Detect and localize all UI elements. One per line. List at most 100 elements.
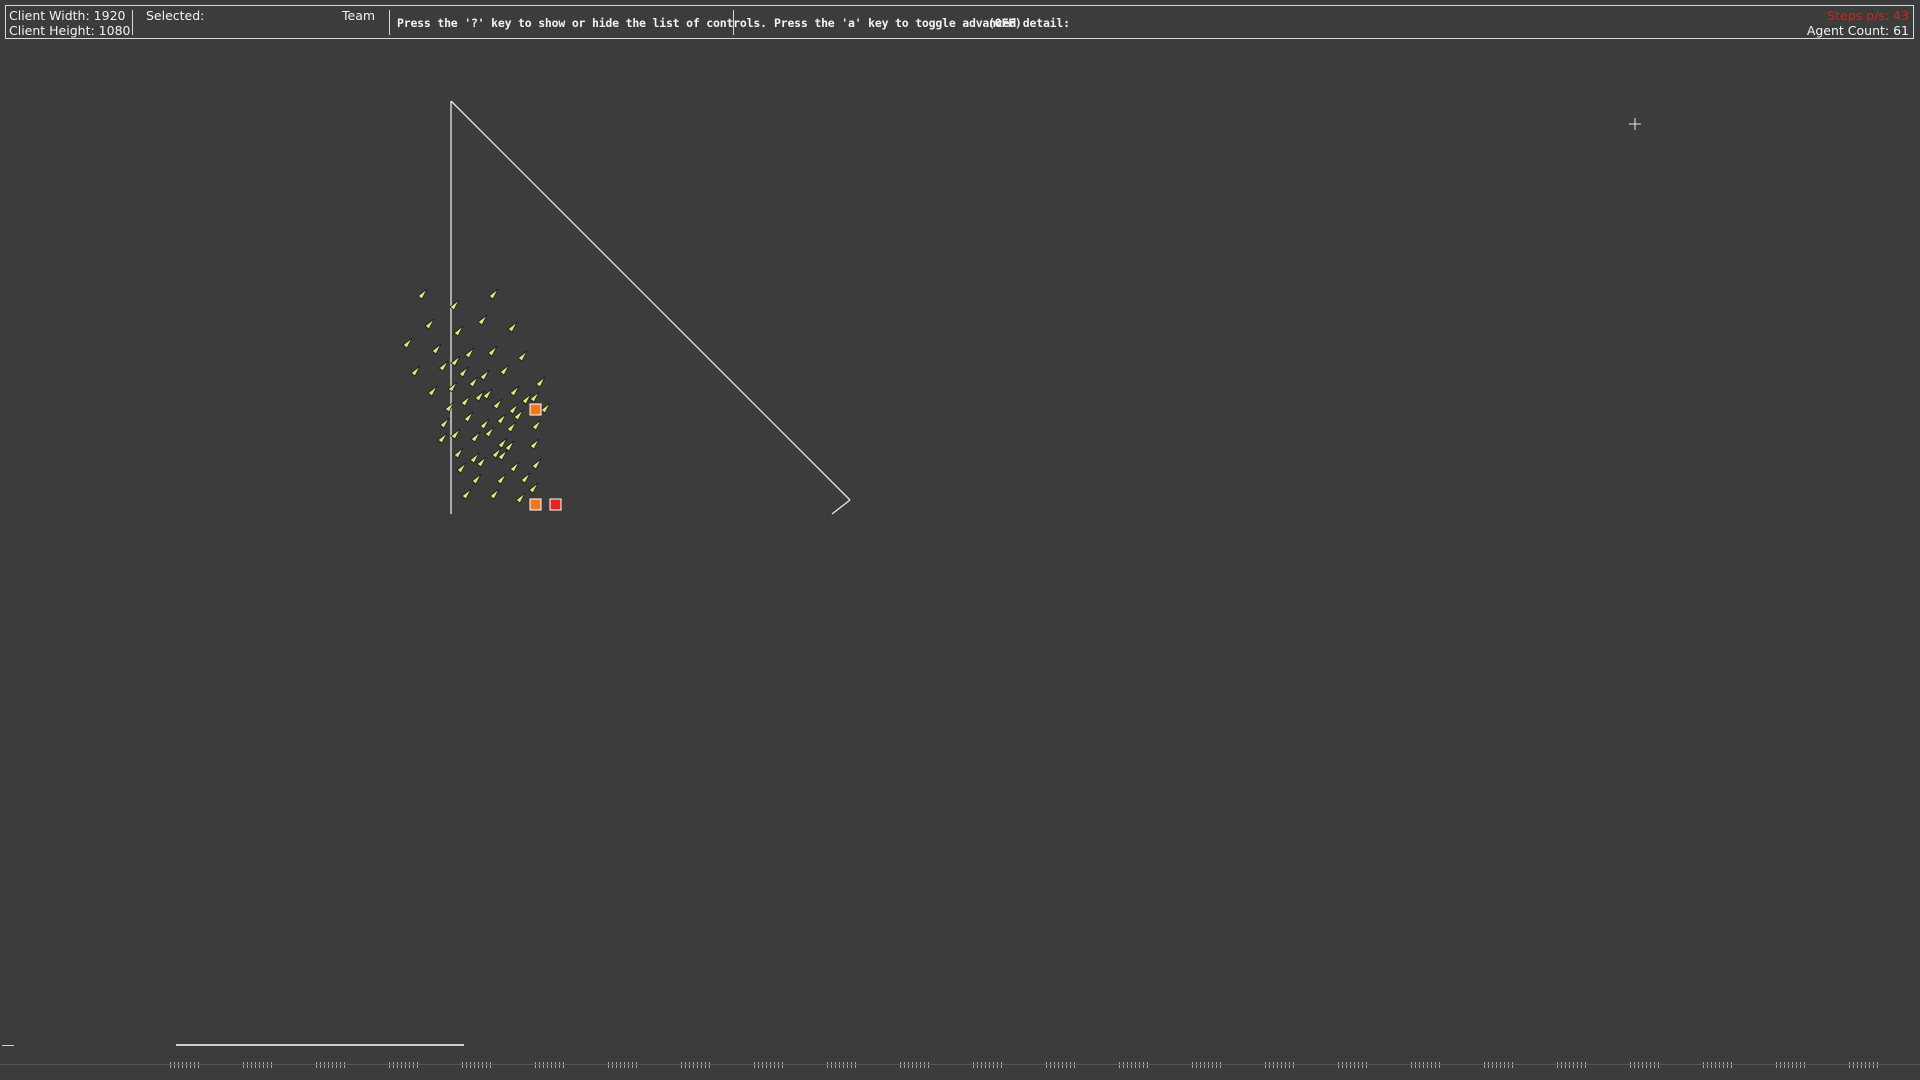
agent-icon	[513, 409, 524, 421]
timeline-strip[interactable]	[0, 1040, 1920, 1080]
agent-icon	[482, 388, 493, 400]
boundary-corner-edge	[831, 499, 851, 515]
agent-icon	[509, 385, 520, 397]
agent-icon	[417, 288, 428, 300]
agent-count: Agent Count: 61	[1806, 23, 1909, 38]
agent-icon	[461, 488, 472, 500]
agent-icon	[479, 418, 490, 430]
agent-icon	[507, 321, 518, 333]
simulation-viewport[interactable]: Client Width: 1920 Client Height: 1080 S…	[0, 0, 1920, 1080]
agent-icon	[487, 345, 498, 357]
target-marker	[529, 498, 542, 511]
timeline-tick	[608, 1062, 638, 1068]
agent-icon	[402, 337, 413, 349]
agent-swarm	[402, 288, 551, 504]
timeline-tick	[1338, 1062, 1368, 1068]
agent-icon	[515, 492, 526, 504]
agent-icon	[439, 417, 450, 429]
timeline-tick	[389, 1062, 419, 1068]
agent-icon	[463, 411, 474, 423]
agent-icon	[504, 440, 515, 452]
timeline-tick	[243, 1062, 273, 1068]
agent-icon	[531, 458, 542, 470]
agent-icon	[508, 403, 519, 415]
agent-icon	[456, 462, 467, 474]
team-label: Team	[342, 8, 376, 23]
agent-icon	[489, 488, 500, 500]
agent-icon	[535, 376, 546, 388]
agent-icon	[424, 318, 435, 330]
timeline-tick	[1557, 1062, 1587, 1068]
agent-icon	[492, 398, 503, 410]
agent-icon	[437, 432, 448, 444]
hud-divider	[389, 10, 390, 35]
agent-icon	[469, 452, 480, 464]
agent-icon	[431, 343, 442, 355]
timeline-tick	[1411, 1062, 1441, 1068]
agent-icon	[479, 369, 490, 381]
agent-icon	[488, 288, 499, 300]
timeline-tick	[1703, 1062, 1733, 1068]
timeline-tick	[1119, 1062, 1149, 1068]
selected-label: Selected:	[146, 8, 205, 23]
timeline-tick	[900, 1062, 930, 1068]
timeline-tick	[1776, 1062, 1806, 1068]
agent-icon	[471, 473, 482, 485]
crosshair-cursor-icon	[1629, 118, 1641, 130]
agent-icon	[453, 325, 464, 337]
timeline-tick	[1484, 1062, 1514, 1068]
boundary-diagonal-edge	[450, 100, 851, 501]
target-marker	[549, 498, 562, 511]
agent-icon	[509, 461, 520, 473]
agent-icon	[520, 472, 531, 484]
target-marker	[529, 403, 542, 416]
agent-icon	[450, 355, 461, 367]
world-canvas[interactable]	[0, 0, 1920, 1080]
agent-icon	[427, 385, 438, 397]
timeline-tick	[1046, 1062, 1076, 1068]
client-width-label: Client Width: 1920	[9, 8, 126, 23]
timeline-tick	[1630, 1062, 1660, 1068]
timeline-tick	[170, 1062, 200, 1068]
agent-icon	[531, 419, 542, 431]
agent-icon	[540, 402, 551, 414]
agent-icon	[496, 413, 507, 425]
agent-icon	[476, 456, 487, 468]
agent-icon	[529, 391, 540, 403]
timeline-tick	[1192, 1062, 1222, 1068]
agent-icon	[460, 395, 471, 407]
timeline-tick	[973, 1062, 1003, 1068]
agent-icon	[496, 473, 507, 485]
agent-icon	[447, 381, 458, 393]
agent-icon	[528, 482, 539, 494]
timeline-tick	[754, 1062, 784, 1068]
advanced-state: (OFF)	[988, 16, 1022, 30]
agent-icon	[529, 438, 540, 450]
timeline-tick	[827, 1062, 857, 1068]
agent-icon	[477, 314, 488, 326]
timeline-tick	[316, 1062, 346, 1068]
agent-icon	[484, 426, 495, 438]
hud-bar: Client Width: 1920 Client Height: 1080 S…	[5, 5, 1914, 39]
timeline-tick	[1849, 1062, 1879, 1068]
timeline-tick	[681, 1062, 711, 1068]
controls-hint: Press the '?' key to show or hide the li…	[397, 16, 767, 30]
agent-icon	[499, 364, 510, 376]
agent-icon	[450, 428, 461, 440]
timeline-tick	[1265, 1062, 1295, 1068]
agent-icon	[453, 447, 464, 459]
agent-icon	[410, 365, 421, 377]
agent-icon	[444, 401, 455, 413]
client-height-label: Client Height: 1080	[9, 23, 131, 38]
agent-icon	[464, 347, 475, 359]
target-markers	[529, 403, 562, 511]
timeline-progress-track[interactable]	[176, 1044, 464, 1046]
timeline-tick	[535, 1062, 565, 1068]
agent-icon	[458, 366, 469, 378]
timeline-baseline	[0, 1064, 1920, 1065]
timeline-tick	[462, 1062, 492, 1068]
timeline-marker	[2, 1045, 14, 1046]
agent-icon	[497, 437, 508, 449]
agent-icon	[438, 360, 449, 372]
boundary-shape	[450, 100, 851, 515]
